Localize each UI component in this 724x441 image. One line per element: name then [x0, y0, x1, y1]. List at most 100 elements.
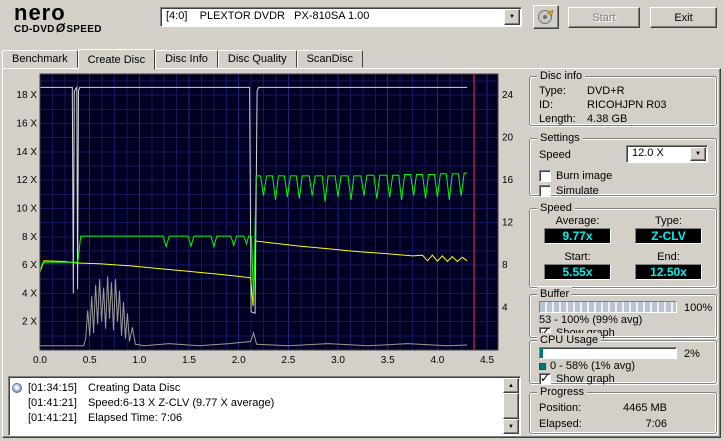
disc-length-row: Length: 4.38 GB [539, 112, 710, 126]
tab-disc-info[interactable]: Disc Info [155, 50, 218, 68]
disc-type-value: DVD+R [587, 85, 625, 97]
start-label: Start: [564, 251, 591, 263]
scroll-up-icon: ▲ [508, 382, 514, 389]
status-log-rows: [01:34:15] Creating Data Disc [01:41:21]… [12, 380, 501, 433]
log-icon-cell [12, 382, 28, 393]
svg-text:10 X: 10 X [16, 203, 37, 214]
speed-select[interactable]: 12.0 X ▼ [626, 145, 708, 163]
device-selector-dropdown-button[interactable]: ▼ [504, 9, 520, 25]
elapsed-row: Elapsed: 7:06 [539, 417, 667, 431]
nero-logo: nero CD-DVDØSPEED [14, 2, 102, 36]
tab-scandisc[interactable]: ScanDisc [296, 50, 364, 68]
tab-create-disc[interactable]: Create Disc [77, 49, 156, 70]
svg-text:4.5: 4.5 [480, 355, 494, 366]
disc-type-row: Type: DVD+R [539, 84, 710, 98]
disc-id-row: ID: RICOHJPN R03 [539, 98, 710, 112]
end-label: End: [657, 251, 680, 263]
log-entry[interactable]: [01:41:21] Elapsed Time: 7:06 [12, 410, 501, 425]
svg-text:1.5: 1.5 [182, 355, 196, 366]
progress-title: Progress [537, 385, 588, 399]
position-label: Position: [539, 402, 582, 414]
svg-text:2.5: 2.5 [281, 355, 295, 366]
disc-info-title: Disc info [537, 69, 586, 83]
cpu-usage-group: CPU Usage 2% 0 - 58% (1% avg) ✓ Show gra… [529, 333, 717, 385]
chevron-down-icon: ▼ [695, 151, 701, 157]
buffer-percent: 100% [684, 302, 713, 314]
disc-length-value: 4.38 GB [587, 113, 628, 125]
svg-text:2.0: 2.0 [232, 355, 246, 366]
log-scrollbar[interactable]: ▲ ▼ [503, 378, 519, 434]
burn-image-label: Burn image [556, 169, 613, 182]
tab-benchmark[interactable]: Benchmark [2, 50, 78, 68]
log-entry-text: Elapsed Time: 7:06 [88, 411, 183, 424]
speed-group: Speed Average: 9.77x Type: Z-CLV Start: 5.5… [529, 201, 717, 288]
status-log[interactable]: [01:34:15] Creating Data Disc [01:41:21]… [8, 376, 521, 436]
type-label: Type: [655, 215, 682, 227]
log-entry[interactable]: [01:41:21] Speed:6-13 X Z-CLV (9.77 X av… [12, 395, 501, 410]
log-entry-time: [01:34:15] [28, 381, 77, 394]
svg-text:24: 24 [502, 90, 514, 101]
cpu-bar [539, 347, 677, 359]
svg-text:6 X: 6 X [22, 260, 37, 271]
buffer-title: Buffer [537, 287, 573, 301]
cpu-graph-swatch [539, 362, 546, 370]
speed-type-cell: Type: Z-CLV [623, 215, 714, 251]
simulate-checkbox[interactable] [539, 184, 551, 197]
buffer-group: Buffer 100% 53 - 100% (99% avg) ✓ Show g… [529, 287, 717, 339]
device-selector[interactable]: [4:0] PLEXTOR DVDR PX-810SA 1.00 ▼ [160, 7, 522, 27]
scroll-down-icon: ▼ [508, 423, 514, 430]
settings-title: Settings [537, 131, 583, 145]
logo-subtext: CD-DVDØSPEED [14, 21, 102, 35]
speed-select-value: 12.0 X [632, 147, 664, 159]
cpu-show-graph-checkbox[interactable]: ✓ [539, 370, 551, 385]
svg-text:1.0: 1.0 [132, 355, 146, 366]
start-speed-value: 5.55x [544, 264, 611, 280]
eject-button[interactable] [533, 5, 559, 29]
position-value: 4465 MB [622, 402, 667, 414]
svg-text:8: 8 [502, 260, 508, 271]
speed-type-value: Z-CLV [635, 228, 702, 244]
checkmark-icon: ✓ [540, 370, 551, 385]
tab-disc-quality[interactable]: Disc Quality [217, 50, 297, 68]
disc-info-group: Disc info Type: DVD+R ID: RICOHJPN R03 Len… [529, 69, 717, 126]
device-selector-value: [4:0] PLEXTOR DVDR PX-810SA 1.00 [166, 10, 370, 22]
logo-sub-right: SPEED [66, 24, 102, 35]
log-entry[interactable]: [01:34:15] Creating Data Disc [12, 380, 501, 395]
cpu-bar-fill [540, 348, 543, 358]
buffer-range-row: 53 - 100% (99% avg) [539, 314, 642, 326]
settings-group: Settings Speed 12.0 X ▼ Burn image Simul… [529, 131, 717, 197]
svg-text:4.0: 4.0 [430, 355, 444, 366]
speed-select-dropdown-button[interactable]: ▼ [690, 147, 706, 161]
svg-text:0.5: 0.5 [83, 355, 97, 366]
speed-chart: 0.0 0.5 1.0 1.5 2.0 2.5 3.0 3.5 4.0 4.5 2 X 4 X 6 X 8… [16, 73, 514, 366]
eject-disc-icon [538, 9, 554, 24]
exit-button[interactable]: Exit [650, 7, 717, 28]
logo-sub-left: CD-DVD [14, 24, 55, 35]
end-speed-value: 12.50x [635, 264, 702, 280]
progress-group: Progress Position: 4465 MB Elapsed: 7:06 [529, 385, 717, 434]
scroll-down-button[interactable]: ▼ [503, 419, 519, 434]
burn-image-checkbox[interactable] [539, 169, 551, 182]
svg-text:2 X: 2 X [22, 317, 37, 328]
tab-bar: Benchmark Create Disc Disc Info Disc Qua… [2, 47, 364, 70]
simulate-option: Simulate [539, 184, 599, 197]
buffer-range-text: 53 - 100% (99% avg) [539, 314, 643, 326]
chevron-down-icon: ▼ [509, 14, 515, 20]
svg-text:16 X: 16 X [16, 119, 37, 130]
scroll-up-button[interactable]: ▲ [503, 378, 519, 393]
speed-group-title: Speed [537, 201, 575, 215]
log-entry-time: [01:41:21] [28, 396, 77, 409]
disc-type-label: Type: [539, 85, 566, 97]
logo-slash-o-icon: Ø [55, 21, 66, 35]
speed-select-label: Speed [539, 149, 571, 161]
scrollbar-thumb[interactable] [503, 393, 519, 419]
start-speed-cell: Start: 5.55x [532, 251, 623, 287]
cpu-percent: 2% [684, 348, 700, 360]
svg-text:3.0: 3.0 [331, 355, 345, 366]
svg-text:4: 4 [502, 303, 508, 314]
svg-text:0.0: 0.0 [33, 355, 47, 366]
start-button[interactable]: Start [568, 7, 640, 28]
svg-text:3.5: 3.5 [381, 355, 395, 366]
disc-length-label: Length: [539, 113, 576, 125]
svg-text:14 X: 14 X [16, 147, 37, 158]
